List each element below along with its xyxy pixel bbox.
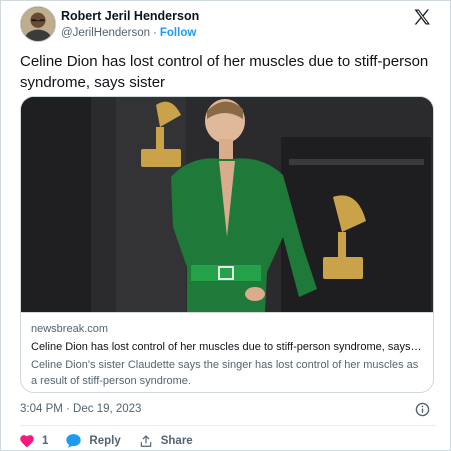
share-label: Share <box>160 435 193 447</box>
author-handle[interactable]: @JerilHenderson <box>61 27 150 39</box>
card-description: Celine Dion's sister Claudette says the … <box>31 359 419 387</box>
share-icon <box>140 435 151 447</box>
author-name[interactable]: Robert Jeril Henderson <box>61 9 199 23</box>
follow-button[interactable]: Follow <box>160 27 196 39</box>
tweet-card[interactable]: Robert Jeril Henderson @JerilHenderson · F… <box>0 0 451 451</box>
speech-bubble-icon <box>66 434 82 448</box>
link-preview-card[interactable]: newsbreak.com Celine Dion has lost contr… <box>20 96 434 393</box>
card-meta[interactable]: newsbreak.com Celine Dion has lost contr… <box>21 312 433 392</box>
x-logo-icon[interactable] <box>412 7 432 27</box>
avatar[interactable] <box>20 6 56 42</box>
like-button[interactable]: 1 <box>20 434 49 448</box>
tweet-header: Robert Jeril Henderson @JerilHenderson · F… <box>20 5 436 45</box>
heart-icon <box>20 434 34 447</box>
separator: · <box>153 27 157 39</box>
action-bar: 1 Reply Share <box>20 433 211 449</box>
card-title: Celine Dion has lost control of her musc… <box>31 341 422 353</box>
divider <box>20 425 436 426</box>
card-domain: newsbreak.com <box>31 323 109 335</box>
card-image[interactable] <box>21 97 433 312</box>
share-button[interactable]: Share <box>139 434 193 448</box>
author-handle-line: @JerilHenderson · Follow <box>61 27 196 39</box>
like-count: 1 <box>42 435 49 447</box>
info-icon[interactable] <box>415 402 430 417</box>
reply-label: Reply <box>89 435 121 447</box>
tweet-text: Celine Dion has lost control of her musc… <box>20 53 429 91</box>
timestamp[interactable]: 3:04 PM · Dec 19, 2023 <box>20 403 141 415</box>
reply-button[interactable]: Reply <box>66 434 121 448</box>
